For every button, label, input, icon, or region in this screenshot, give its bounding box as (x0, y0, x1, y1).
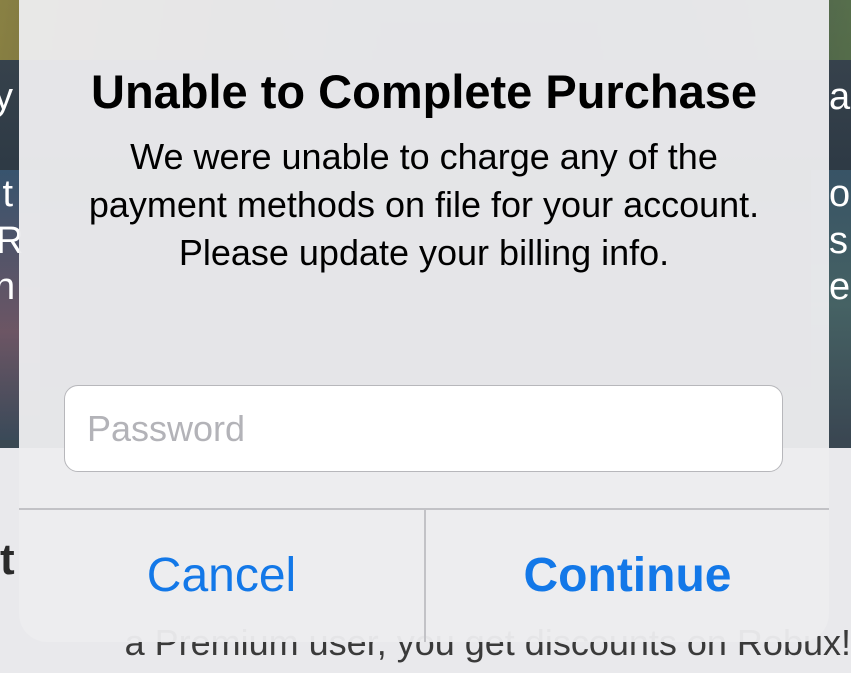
purchase-error-alert: Unable to Complete Purchase We were unab… (19, 0, 829, 642)
continue-button[interactable]: Continue (425, 510, 829, 642)
background-text-fragment: n (0, 266, 16, 308)
background-text-fragment: ıt (0, 173, 14, 215)
background-text-fragment: s. (829, 220, 851, 262)
screen: y ıt R n ar o s. e t a Premium user, you… (0, 0, 851, 673)
background-text-fragment: e (829, 266, 851, 308)
password-input[interactable] (64, 385, 783, 472)
alert-body: Unable to Complete Purchase We were unab… (19, 0, 829, 508)
background-text-fragment: ar (829, 76, 851, 118)
alert-message: We were unable to charge any of the paym… (88, 136, 760, 273)
alert-title: Unable to Complete Purchase (91, 65, 757, 118)
cancel-button[interactable]: Cancel (19, 510, 424, 642)
background-heading-fragment: t (0, 535, 15, 584)
background-text-fragment: o (829, 173, 851, 215)
background-text-fragment: y (0, 76, 13, 118)
